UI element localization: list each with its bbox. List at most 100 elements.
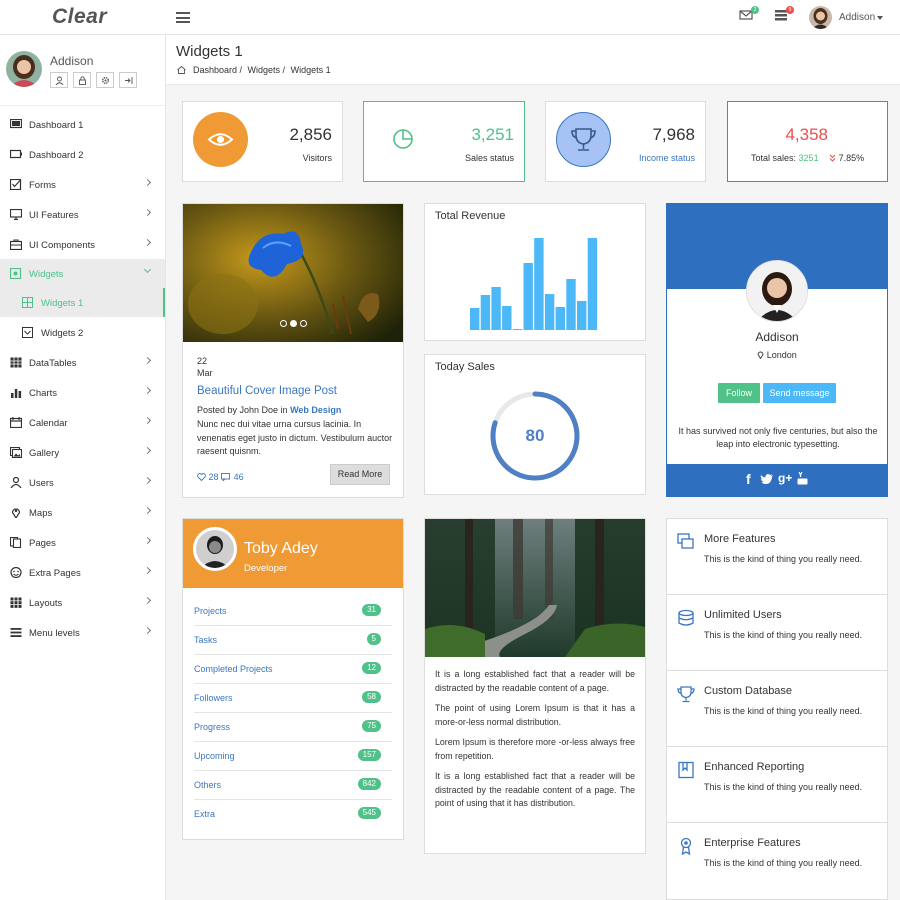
sidebar-item-label: Dashboard 2 — [29, 150, 84, 161]
revenue-bar-3 — [491, 287, 501, 330]
developer-row-followers[interactable]: Followers 58 — [194, 684, 392, 713]
lock-button[interactable] — [73, 72, 91, 88]
mail-icon[interactable]: 2 — [739, 6, 759, 25]
heart-icon[interactable] — [197, 473, 206, 482]
sidebar-item-label: Gallery — [29, 448, 60, 459]
sidebar-item-label: Dashboard 1 — [29, 120, 84, 131]
sidebar-item-calendar[interactable]: Calendar — [0, 408, 165, 437]
chevron-right-icon — [143, 506, 152, 515]
carousel-image[interactable] — [183, 204, 403, 342]
sidebar-item-label: Maps — [29, 508, 53, 519]
chevron-right-icon — [143, 356, 152, 365]
app-logo[interactable]: Clear — [52, 5, 107, 29]
carousel-dot-active[interactable] — [290, 320, 297, 327]
developer-role: Developer — [244, 563, 288, 574]
comment-icon[interactable] — [221, 473, 231, 482]
developer-row-extra[interactable]: Extra 545 — [194, 800, 392, 829]
carousel-dot[interactable] — [300, 320, 307, 327]
sidebar-item-users[interactable]: Users — [0, 468, 165, 497]
sidebar-item-layouts[interactable]: Layouts — [0, 588, 165, 617]
twitter-icon[interactable] — [760, 473, 774, 485]
breadcrumb-item-widgets[interactable]: Widgets / — [248, 65, 286, 75]
sidebar-item-ui-features[interactable]: UI Features — [0, 200, 165, 229]
chevron-down-icon — [143, 265, 152, 274]
follow-button[interactable]: Follow — [718, 383, 760, 403]
sidebar-item-pages[interactable]: Pages — [0, 528, 165, 557]
sidebar-item-dashboard-1[interactable]: Dashboard 1 — [0, 110, 165, 139]
chevron-right-icon — [143, 566, 152, 575]
settings-button[interactable] — [96, 72, 114, 88]
sidebar-item-forms[interactable]: Forms — [0, 170, 165, 199]
user-avatar[interactable] — [809, 6, 832, 29]
developer-row-projects[interactable]: Projects 31 — [194, 597, 392, 626]
double-chevron-down-icon — [829, 154, 836, 162]
checkbox-icon — [22, 327, 33, 338]
chevron-right-icon — [143, 416, 152, 425]
sidebar-item-datatables[interactable]: DataTables — [0, 348, 165, 377]
profile-button[interactable] — [50, 72, 68, 88]
sidebar-item-widgets[interactable]: Widgets — [0, 259, 165, 288]
feature-custom-database: Custom Database This is the kind of thin… — [667, 671, 887, 747]
stat-card-sales: 3,251 Sales status — [363, 101, 525, 182]
sidebar-item-widgets-2[interactable]: Widgets 2 — [0, 318, 165, 347]
sidebar-item-charts[interactable]: Charts — [0, 378, 165, 407]
sidebar-avatar — [6, 51, 42, 87]
developer-row-upcoming[interactable]: Upcoming 157 — [194, 742, 392, 771]
stat-sub-value: 3251 — [798, 153, 819, 163]
row-count-badge: 58 — [362, 691, 381, 703]
carousel-dot[interactable] — [280, 320, 287, 327]
lock-icon — [79, 76, 86, 85]
developer-row-completed-projects[interactable]: Completed Projects 12 — [194, 655, 392, 684]
sidebar-item-menu-levels[interactable]: Menu levels — [0, 618, 165, 647]
row-label: Progress — [194, 722, 231, 732]
row-count-badge: 31 — [362, 604, 381, 616]
widget-icon — [10, 268, 22, 279]
developer-row-tasks[interactable]: Tasks 5 — [194, 626, 392, 655]
row-count-badge: 157 — [357, 749, 381, 761]
book-icon — [678, 761, 694, 779]
user-dropdown-caret-icon[interactable] — [877, 16, 883, 20]
tasks-icon[interactable]: 9 — [774, 6, 794, 25]
stat-label: Sales status — [464, 153, 514, 163]
post-meta: Posted by John Doe in Web Design — [197, 405, 341, 415]
revenue-bar-10 — [566, 279, 576, 330]
post-category-link[interactable]: Web Design — [290, 405, 341, 415]
stat-label: Visitors — [302, 153, 332, 163]
feature-enhanced-reporting: Enhanced Reporting This is the kind of t… — [667, 747, 887, 823]
chevron-right-icon — [143, 596, 152, 605]
post-title[interactable]: Beautiful Cover Image Post — [197, 385, 337, 397]
display-icon — [10, 149, 22, 159]
blog-post-card: 22 Mar Beautiful Cover Image Post Posted… — [182, 203, 404, 498]
send-message-button[interactable]: Send message — [763, 383, 836, 403]
tasks-badge: 9 — [786, 6, 794, 14]
feature-more-features: More Features This is the kind of thing … — [667, 519, 887, 595]
stat-icon-circle — [193, 112, 248, 167]
developer-row-others[interactable]: Others 842 — [194, 771, 392, 800]
hamburger-menu-icon[interactable] — [176, 12, 190, 23]
briefcase-icon — [10, 239, 22, 250]
breadcrumb-item-dashboard[interactable]: Dashboard / — [193, 65, 242, 75]
home-icon[interactable] — [177, 66, 186, 74]
grid-icon — [22, 297, 33, 308]
sidebar-item-label: Calendar — [29, 418, 68, 429]
feature-unlimited-users: Unlimited Users This is the kind of thin… — [667, 595, 887, 671]
developer-row-progress[interactable]: Progress 75 — [194, 713, 392, 742]
youtube-icon[interactable] — [797, 472, 808, 485]
top-user-name[interactable]: Addison — [839, 12, 875, 23]
developer-card: Toby Adey Developer Projects 31 Tasks 5 Co… — [182, 518, 404, 840]
logout-button[interactable] — [119, 72, 137, 88]
menu-icon — [10, 628, 22, 637]
map-pin-icon — [11, 508, 21, 518]
sidebar-item-gallery[interactable]: Gallery — [0, 438, 165, 467]
developer-avatar — [193, 527, 237, 571]
chevron-right-icon — [143, 476, 152, 485]
facebook-icon[interactable]: f — [746, 471, 751, 487]
top-navbar: Clear 2 9 Addison — [0, 0, 900, 35]
google-plus-icon[interactable]: g+ — [778, 471, 792, 485]
sidebar-item-ui-components[interactable]: UI Components — [0, 230, 165, 259]
read-more-button[interactable]: Read More — [330, 464, 390, 485]
sidebar-item-widgets-1[interactable]: Widgets 1 — [0, 288, 165, 317]
sidebar-item-maps[interactable]: Maps — [0, 498, 165, 527]
sidebar-item-dashboard-2[interactable]: Dashboard 2 — [0, 140, 165, 169]
sidebar-item-extra-pages[interactable]: Extra Pages — [0, 558, 165, 587]
